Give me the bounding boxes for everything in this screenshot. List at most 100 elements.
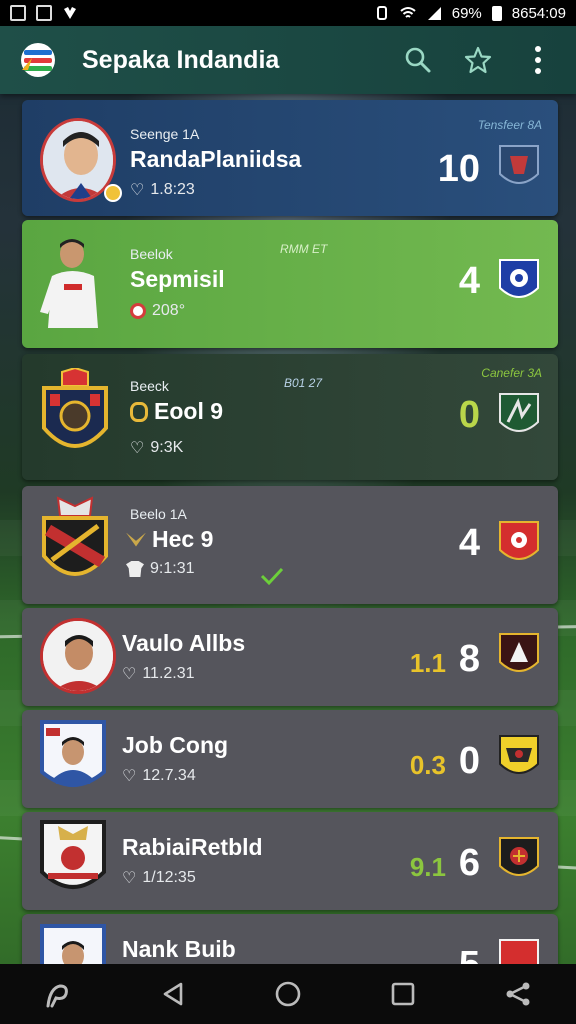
favorites-button[interactable]	[458, 40, 498, 80]
signal-icon	[427, 7, 441, 20]
assistant-button[interactable]	[36, 972, 80, 1016]
player-name: RandaPlaniidsa	[130, 146, 302, 172]
club-crest-icon	[498, 392, 540, 440]
share-icon	[506, 982, 530, 1006]
home-circle-icon	[275, 981, 301, 1007]
recents-square-icon	[391, 982, 415, 1006]
club-name-text: Eool 9	[154, 398, 224, 424]
app-logo-icon[interactable]	[18, 40, 58, 80]
battery-percent: 69%	[451, 4, 482, 22]
score: 6	[458, 842, 480, 884]
match-list[interactable]: Seenge 1A RandaPlaniidsa ♡ 1.8:23 Tensfe…	[0, 94, 576, 964]
score: 0	[458, 394, 480, 436]
heart-icon: ♡	[122, 870, 137, 887]
list-item[interactable]: Nank Buib 5	[22, 914, 558, 964]
player-name: Sepmisil	[130, 266, 225, 292]
stat-value: 9:1:31	[150, 560, 195, 577]
app-bar: Sepaka Indandia	[0, 26, 576, 94]
list-item[interactable]: Job Cong ♡ 12.7.34 0.3 0	[22, 710, 558, 808]
player-name: Vaulo Allbs	[122, 630, 246, 656]
player-stat: ♡ 1/12:35	[122, 868, 196, 888]
list-item[interactable]: Beelok Sepmisil 208° RMM ET 4	[22, 220, 558, 348]
player-name: RabiaiRetbld	[122, 834, 263, 860]
share-button[interactable]	[496, 972, 540, 1016]
checkmark-icon	[260, 567, 284, 586]
clock: 8654:09	[511, 4, 566, 22]
club-crest-icon	[498, 520, 540, 568]
wifi-icon	[400, 7, 416, 18]
status-bar: 69% 8654:09	[0, 0, 576, 26]
club-name: Hec 9	[126, 526, 213, 553]
club-name: Eool 9	[130, 398, 223, 425]
stat-value: 1.8:23	[150, 181, 195, 198]
back-triangle-icon	[163, 982, 183, 1006]
battery-icon	[491, 5, 502, 21]
league-label: Beelok	[130, 246, 173, 262]
score: 4	[458, 522, 480, 564]
club-crest-large	[40, 366, 110, 464]
match-label: B01 27	[284, 376, 323, 390]
image-notification-icon	[10, 5, 26, 21]
stat-value: 12.7.34	[142, 767, 196, 784]
odds-value: 1.1	[409, 648, 446, 678]
list-item[interactable]: Vaulo Allbs ♡ 11.2.31 1.1 8	[22, 608, 558, 706]
club-crest-icon	[498, 258, 540, 306]
back-button[interactable]	[151, 972, 195, 1016]
club-crest-icon	[498, 734, 540, 782]
player-photo	[36, 232, 106, 332]
kebab-menu-icon	[535, 46, 541, 74]
ball-icon	[130, 303, 146, 319]
player-stat: 208°	[130, 302, 185, 320]
star-icon	[464, 46, 492, 74]
more-options-button[interactable]	[518, 40, 558, 80]
coin-icon	[130, 401, 148, 422]
search-button[interactable]	[398, 40, 438, 80]
player-name: Job Cong	[122, 732, 229, 758]
stat-value: 9:3K	[150, 439, 184, 456]
location-icon	[64, 7, 76, 19]
list-item[interactable]: Seenge 1A RandaPlaniidsa ♡ 1.8:23 Tensfe…	[22, 100, 558, 216]
rank-badge-icon	[104, 184, 122, 202]
list-item[interactable]: RabiaiRetbld ♡ 1/12:35 9.1 6	[22, 812, 558, 910]
heart-icon: ♡	[130, 440, 145, 457]
heart-icon: ♡	[122, 666, 137, 683]
heart-icon: ♡	[130, 182, 145, 199]
player-name: Nank Buib	[122, 936, 236, 962]
vibrate-icon	[376, 6, 387, 20]
stat-value: 11.2.31	[142, 665, 195, 682]
app-notification-icon	[36, 5, 52, 21]
player-stat: ♡ 11.2.31	[122, 664, 195, 684]
search-icon	[405, 47, 431, 73]
player-avatar	[40, 618, 116, 694]
shirt-icon	[126, 561, 144, 577]
list-item[interactable]: Beeck Eool 9 ♡ 9:3K B01 27 Canefer 3A 0	[22, 354, 558, 480]
club-crest-large	[40, 496, 110, 592]
app-title: Sepaka Indandia	[82, 45, 280, 74]
recents-button[interactable]	[381, 972, 425, 1016]
player-stat: 9:1:31	[126, 560, 194, 578]
club-crest-large	[40, 820, 106, 902]
score: 8	[458, 638, 480, 680]
league-label: Seenge 1A	[130, 126, 200, 142]
club-crest-icon	[498, 144, 540, 192]
score: 10	[437, 148, 480, 190]
score: 0	[458, 740, 480, 782]
player-stat: ♡ 1.8:23	[130, 180, 195, 200]
list-item[interactable]: Beelo 1A Hec 9 9:1:31 4	[22, 486, 558, 604]
system-navigation-bar	[0, 964, 576, 1024]
score: 4	[458, 260, 480, 302]
score: 5	[459, 944, 480, 964]
player-card-avatar	[40, 720, 106, 798]
odds-value: 0.3	[409, 750, 446, 780]
league-label: Beelo 1A	[130, 506, 187, 522]
stat-value: 1/12:35	[142, 869, 196, 886]
home-button[interactable]	[266, 972, 310, 1016]
player-card-avatar	[40, 924, 106, 964]
heart-icon: ♡	[122, 768, 137, 785]
corner-label: Canefer 3A	[481, 366, 542, 380]
stat-value: 208°	[152, 302, 186, 319]
player-stat: ♡ 12.7.34	[122, 766, 196, 786]
player-stat: ♡ 9:3K	[130, 438, 183, 458]
eagle-icon	[126, 532, 146, 547]
club-crest-icon	[498, 632, 540, 680]
